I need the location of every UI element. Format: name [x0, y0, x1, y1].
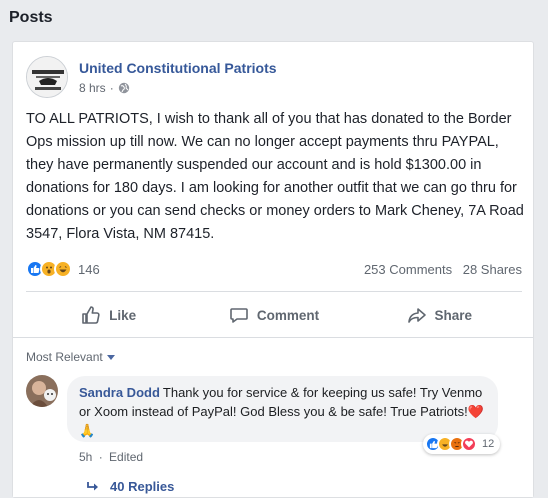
page-name-link[interactable]: United Constitutional Patriots: [79, 60, 277, 76]
post-meta: 8 hrs ·: [79, 81, 130, 95]
stats-divider: [26, 291, 522, 292]
haha-icon: [54, 260, 72, 278]
post-actions: Like Comment Share: [26, 297, 522, 333]
reaction-count: 146: [78, 261, 100, 277]
reply-arrow-icon: [87, 481, 98, 490]
comment-sort-dropdown[interactable]: Most Relevant: [26, 350, 115, 364]
share-button[interactable]: Share: [357, 297, 522, 333]
comment-reaction-count: 12: [482, 438, 495, 450]
comment-meta-separator: ·: [98, 450, 103, 464]
globe-icon: [118, 82, 129, 94]
avatar-photo-icon: [26, 375, 58, 407]
post-time[interactable]: 8 hrs: [79, 81, 106, 95]
posts-section-title: Posts: [9, 9, 53, 26]
comment-meta: 5h · Edited: [79, 450, 143, 464]
comment-button[interactable]: Comment: [191, 297, 356, 333]
comment-time[interactable]: 5h: [79, 450, 92, 464]
comments-count-link[interactable]: 253 Comments: [364, 262, 452, 277]
meta-separator: ·: [109, 81, 114, 95]
comment-icon: [230, 308, 248, 323]
share-icon: [407, 308, 426, 323]
share-button-label: Share: [434, 307, 473, 323]
shares-count-link[interactable]: 28 Shares: [463, 262, 522, 277]
comment-edited[interactable]: Edited: [109, 450, 143, 464]
comment-button-label: Comment: [256, 307, 320, 323]
page-logo-icon: [27, 57, 67, 97]
chevron-down-icon: [106, 354, 115, 360]
post-stats: 146 253 Comments 28 Shares: [26, 256, 522, 286]
replies-label: 40 Replies: [110, 479, 175, 494]
thumbs-up-icon: [82, 306, 100, 324]
view-replies-link[interactable]: 40 Replies: [86, 479, 174, 494]
post-text: TO ALL PATRIOTS, I wish to thank all of …: [26, 111, 524, 242]
love-icon: [461, 436, 477, 452]
comment-author-link[interactable]: Sandra Dodd: [79, 385, 160, 400]
comment-bubble: Sandra Dodd Thank you for service & for k…: [67, 376, 498, 442]
commenter-avatar[interactable]: [26, 375, 58, 407]
comments-section: Most Relevant Sandra Dodd Thank you for s…: [13, 337, 533, 497]
comment-reaction-summary[interactable]: 12: [423, 434, 501, 454]
post-card: United Constitutional Patriots 8 hrs · T…: [12, 41, 534, 498]
like-button-label: Like: [109, 307, 137, 323]
reaction-summary[interactable]: 146: [26, 260, 100, 278]
comment-sort-label: Most Relevant: [26, 350, 103, 364]
page-avatar[interactable]: [26, 56, 68, 98]
like-button[interactable]: Like: [26, 297, 191, 333]
